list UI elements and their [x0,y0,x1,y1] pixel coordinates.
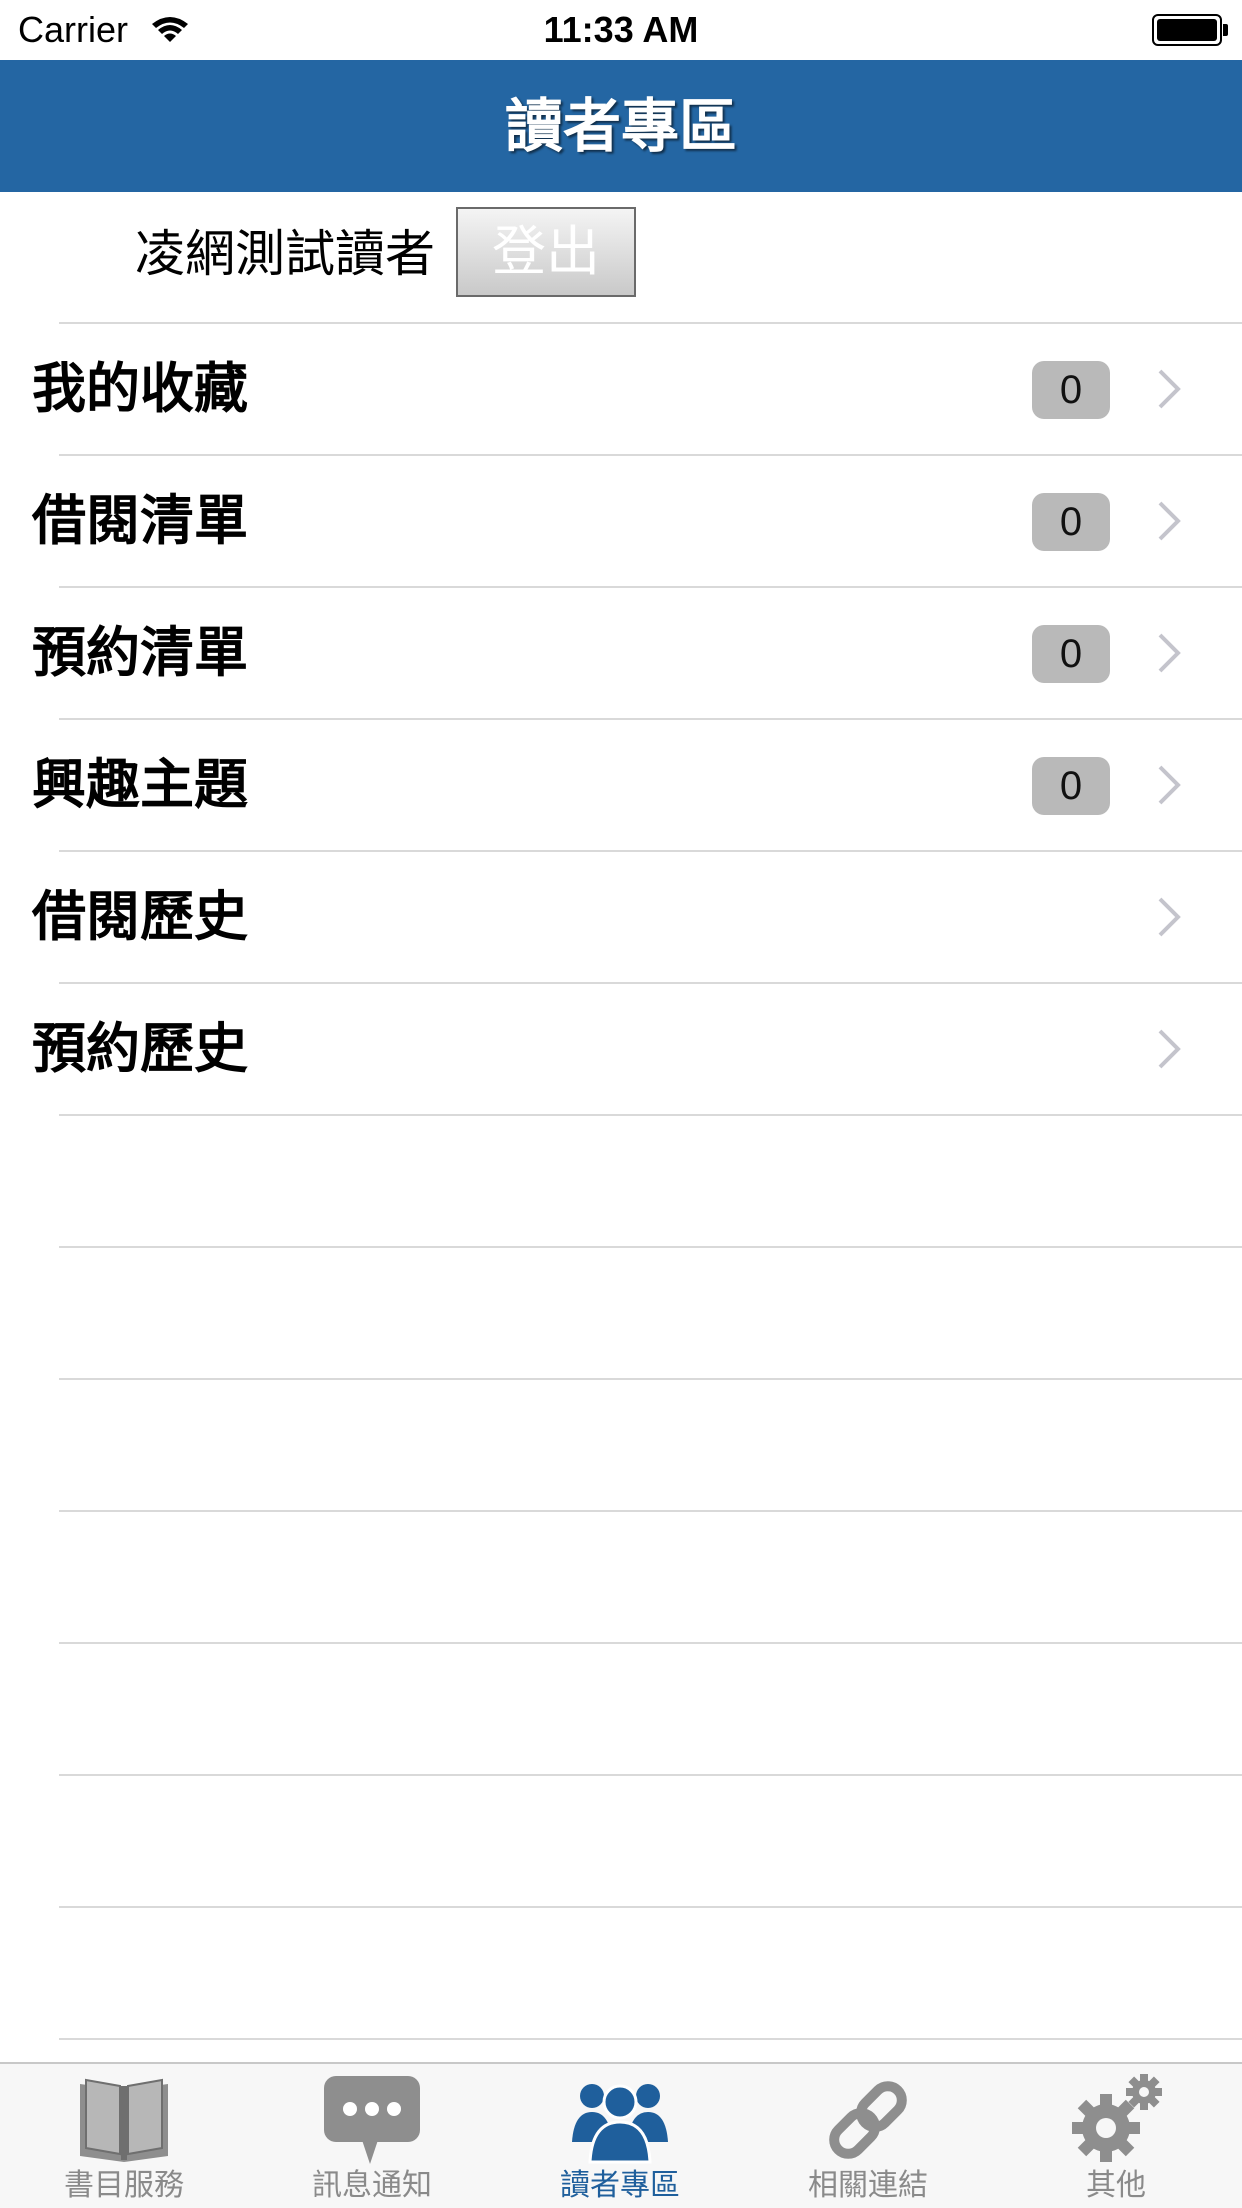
menu-item-label: 我的收藏 [32,357,248,420]
count-badge: 0 [1032,361,1110,419]
menu-item-reservation-history[interactable]: 預約歷史 [0,984,1242,1114]
chevron-right-icon [1158,369,1181,409]
people-icon [572,2084,668,2164]
chevron-right-icon [1158,897,1181,937]
menu-item-label: 預約清單 [32,621,248,684]
menu-item-interest-topics[interactable]: 興趣主題 0 [0,720,1242,850]
logout-button[interactable]: 登出 [456,207,636,297]
row-divider [59,1642,1242,1644]
tab-label: 書目服務 [64,2168,184,2203]
chevron-right-icon [1158,1029,1181,1069]
book-icon [80,2078,168,2162]
battery-icon [1152,14,1228,46]
status-time: 11:33 AM [543,9,699,50]
tab-bar: 書目服務 訊息通知 讀者專區 相關連結 其他 [0,2062,1242,2208]
tab-related-links[interactable]: 相關連結 [744,2064,992,2208]
tab-catalog[interactable]: 書目服務 [0,2064,248,2208]
menu-item-borrow-history[interactable]: 借閱歷史 [0,852,1242,982]
link-icon [829,2081,907,2159]
menu-item-label: 借閱歷史 [32,885,248,948]
tab-messages[interactable]: 訊息通知 [248,2064,496,2208]
status-bar: Carrier 11:33 AM [0,0,1242,60]
gear-icon [1072,2074,1162,2162]
menu-item-label: 興趣主題 [32,753,248,816]
chevron-right-icon [1158,501,1181,541]
menu-item-borrow-list[interactable]: 借閱清單 0 [0,456,1242,586]
tab-reader-area[interactable]: 讀者專區 [496,2064,744,2208]
chat-bubble-icon [324,2076,420,2164]
menu-item-reservation-list[interactable]: 預約清單 0 [0,588,1242,718]
row-divider [59,1114,1242,1116]
menu-item-favorites[interactable]: 我的收藏 0 [0,324,1242,454]
tab-label: 相關連結 [808,2168,928,2203]
row-divider [59,1510,1242,1512]
navigation-bar: 讀者專區 [0,60,1242,192]
row-divider [59,1906,1242,1908]
count-badge: 0 [1032,493,1110,551]
chevron-right-icon [1158,765,1181,805]
menu-item-label: 預約歷史 [32,1017,248,1080]
tab-label: 讀者專區 [560,2168,680,2203]
tab-label: 訊息通知 [312,2168,432,2203]
menu-item-label: 借閱清單 [32,489,248,552]
tab-label: 其他 [1086,2168,1146,2203]
chevron-right-icon [1158,633,1181,673]
tab-other[interactable]: 其他 [992,2064,1240,2208]
row-divider [59,1378,1242,1380]
count-badge: 0 [1032,625,1110,683]
count-badge: 0 [1032,757,1110,815]
row-divider [59,1246,1242,1248]
row-divider [59,2038,1242,2040]
user-name: 凌網測試讀者 [135,225,435,283]
page-title: 讀者專區 [504,92,737,160]
row-divider [59,1774,1242,1776]
